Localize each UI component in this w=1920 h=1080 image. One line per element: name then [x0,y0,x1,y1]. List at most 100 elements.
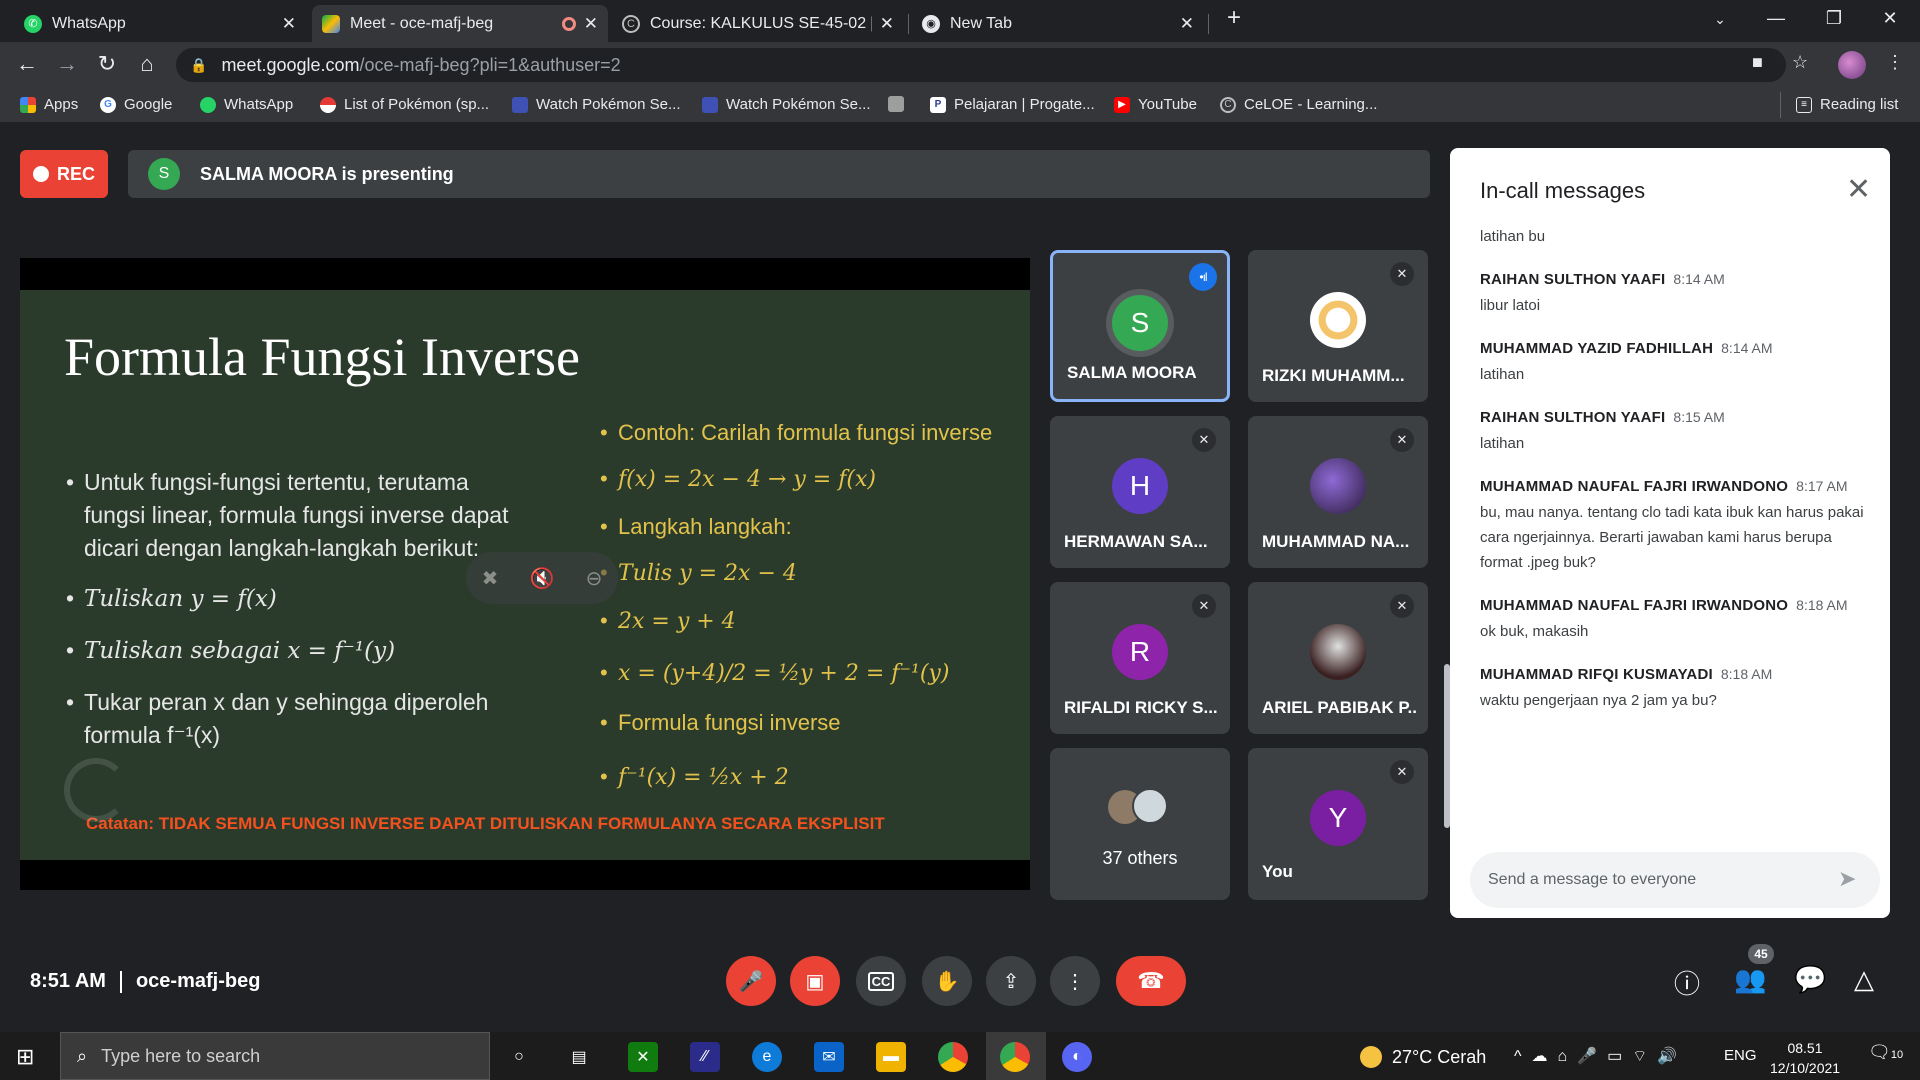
others-tile[interactable]: 37 others [1050,748,1230,900]
meeting-code: oce-mafj-beg [135,970,261,992]
chevron-down-icon[interactable]: ⌄ [1700,11,1740,28]
self-tile[interactable]: ✕ Y You [1248,748,1428,900]
site-icon [702,96,718,113]
close-icon[interactable]: ✕ [584,14,598,34]
message-time: 8:17 AM [1796,478,1848,494]
profile-avatar[interactable] [1838,51,1866,79]
bookmark-image[interactable] [888,96,912,112]
tab-whatsapp[interactable]: ✆ WhatsApp ✕ [14,5,306,42]
windows-start-icon[interactable]: ⊞ [16,1044,34,1070]
task-view-icon[interactable]: ▤ [564,1042,594,1072]
participant-tile[interactable]: ✕ ARIEL PABIBAK P... [1248,582,1428,734]
participant-tile[interactable]: ✕ R RIFALDI RICKY S... [1050,582,1230,734]
message-time: 8:14 AM [1721,340,1773,356]
meet-window: REC S SALMA MOORA is presenting Formula … [0,124,1920,1032]
menu-dots-icon[interactable]: ⋮ [1886,52,1904,73]
chat-icon[interactable]: 💬 [1794,964,1826,995]
home-icon[interactable]: ⌂ [132,51,162,77]
participant-tile[interactable]: •ıl S SALMA MOORA [1050,250,1230,402]
mic-off-button[interactable]: 🎤 [726,956,776,1006]
star-icon[interactable]: ☆ [1792,52,1808,73]
bookmark-watch-pokemon-2[interactable]: Watch Pokémon Se... [702,96,871,113]
tab-course[interactable]: C Course: KALKULUS SE-45-02 [SLC ✕ [612,5,904,42]
reload-icon[interactable]: ↻ [92,51,122,77]
bookmark-watch-pokemon-1[interactable]: Watch Pokémon Se... [512,96,681,113]
reading-list-icon: ≡ [1796,96,1812,113]
minimize-icon[interactable]: — [1756,8,1796,29]
bookmark-whatsapp[interactable]: WhatsApp [200,96,293,113]
pin-off-icon[interactable]: ✖ [482,566,499,591]
system-tray-icons[interactable]: ^☁⌂🎤▭⌔🔊 [1514,1046,1687,1066]
system-clock[interactable]: 08.51 12/10/2021 [1770,1038,1840,1078]
captions-button[interactable]: CC [856,956,906,1006]
bullet-text: Langkah langkah: [618,514,792,539]
meet-icon [322,14,340,33]
presentation-frame[interactable]: Formula Fungsi Inverse • Untuk fungsi-fun… [20,258,1030,890]
back-icon[interactable]: ← [12,51,42,77]
participant-name: HERMAWAN SA... [1064,532,1208,551]
more-options-button[interactable]: ⋮ [1050,956,1100,1006]
toolbar: ← → ↻ ⌂ 🔒 meet.google.com /oce-mafj-beg?… [0,42,1920,88]
forward-icon[interactable]: → [52,51,82,77]
notification-icon[interactable]: 🗨10 [1868,1042,1903,1063]
maximize-icon[interactable]: ❐ [1814,8,1854,29]
activities-icon[interactable]: △ [1854,964,1874,995]
participant-tile[interactable]: ✕ RIZKI MUHAMM... [1248,250,1428,402]
bookmark-celoe[interactable]: C CeLOE - Learning... [1220,96,1377,113]
mute-speaker-icon[interactable]: 🔇 [530,566,555,591]
close-icon[interactable]: ✕ [880,14,894,34]
edge-icon[interactable]: e [752,1042,782,1072]
camera-icon[interactable]: ■ [1752,52,1763,73]
camera-off-button[interactable]: ▣ [790,956,840,1006]
info-icon[interactable]: ⓘ [1674,964,1700,1001]
message-header: MUHAMMAD RIFQI KUSMAYADI 8:18 AM [1480,666,1870,684]
leave-call-button[interactable]: ☎ [1116,956,1186,1006]
close-window-icon[interactable]: ✕ [1870,8,1910,29]
slide-bullet: • f⁻¹(x) = ½x + 2 [600,764,789,790]
chat-messages[interactable]: latihan bu RAIHAN SULTHON YAAFI 8:14 AM lib… [1480,220,1870,820]
chrome-active-icon[interactable] [1000,1042,1030,1072]
send-icon[interactable]: ➤ [1838,866,1856,892]
mail-icon[interactable]: ✉ [814,1042,844,1072]
message-time: 8:18 AM [1796,597,1848,613]
bullet-text: x = (y+4)/2 = ½y + 2 = f⁻¹(y) [618,661,950,686]
tab-new[interactable]: ◉ New Tab ✕ [912,5,1204,42]
chrome-icon[interactable] [938,1042,968,1072]
close-icon[interactable]: ✕ [282,14,296,34]
weather-widget[interactable]: 27°C Cerah [1360,1046,1486,1068]
app-icon[interactable]: ⁄⁄ [690,1042,720,1072]
address-bar[interactable]: 🔒 meet.google.com /oce-mafj-beg?pli=1&au… [176,48,1786,82]
bookmark-google[interactable]: G Google [100,96,172,113]
message-header: RAIHAN SULTHON YAAFI 8:14 AM [1480,271,1870,289]
cortana-icon[interactable]: ○ [504,1042,534,1072]
site-icon [512,96,528,113]
reading-list[interactable]: ≡ Reading list [1796,96,1898,113]
present-button[interactable]: ⇪ [986,956,1036,1006]
tab-meet[interactable]: Meet - oce-mafj-beg ✕ [312,5,608,42]
participant-tile[interactable]: ✕ MUHAMMAD NA... [1248,416,1428,568]
discord-icon[interactable]: ◐ [1062,1042,1092,1072]
chat-scrollbar[interactable] [1444,664,1450,828]
file-explorer-icon[interactable]: ▬ [876,1042,906,1072]
bookmark-youtube[interactable]: ▶ YouTube [1114,96,1197,113]
phone-hangup-icon: ☎ [1137,968,1165,993]
remove-icon[interactable]: ⊖ [586,566,603,591]
bookmark-pokemon-list[interactable]: List of Pokémon (sp... [320,96,489,113]
close-icon[interactable]: ✕ [1846,172,1871,207]
weather-icon [1360,1046,1382,1068]
participant-tile[interactable]: ✕ H HERMAWAN SA... [1050,416,1230,568]
bookmark-progate[interactable]: P Pelajaran | Progate... [930,96,1095,113]
chat-placeholder: Send a message to everyone [1488,871,1697,888]
taskbar-search[interactable]: ⌕ Type here to search [60,1032,490,1080]
raise-hand-button[interactable]: ✋ [922,956,972,1006]
close-icon[interactable]: ✕ [1180,14,1194,34]
xbox-icon[interactable]: ✕ [628,1042,658,1072]
slide-title: Formula Fungsi Inverse [64,327,580,387]
people-icon[interactable]: 👥 [1734,964,1766,995]
chat-input[interactable]: Send a message to everyone [1470,852,1880,908]
language-indicator[interactable]: ENG [1724,1047,1757,1064]
bookmark-apps[interactable]: Apps [20,96,78,113]
new-tab-plus-icon[interactable]: + [1214,4,1254,32]
avatar [1132,788,1168,824]
message-sender: MUHAMMAD YAZID FADHILLAH [1480,340,1714,357]
